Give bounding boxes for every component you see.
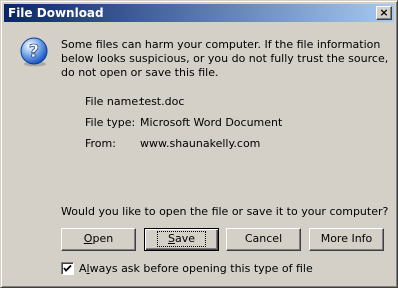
close-icon: × <box>379 6 389 19</box>
svg-text:?: ? <box>29 41 39 62</box>
file-download-dialog: File Download × ? Some files can harm yo… <box>0 0 398 288</box>
cancel-button[interactable]: Cancel <box>226 228 301 251</box>
window-title: File Download <box>8 6 104 20</box>
file-type-label: File type: <box>85 116 136 129</box>
always-ask-rest: ways ask before opening this type of fil… <box>89 262 313 275</box>
save-button[interactable]: Save <box>144 228 219 251</box>
file-type-value: Microsoft Word Document <box>140 116 283 129</box>
warning-text: Some files can harm your computer. If th… <box>61 38 389 79</box>
close-button[interactable]: × <box>376 6 392 20</box>
save-mnemonic: S <box>167 232 175 245</box>
file-name-value: test.doc <box>140 95 185 108</box>
file-name-label: File name: <box>85 95 142 108</box>
from-value: www.shaunakelly.com <box>140 137 261 150</box>
open-button[interactable]: Open <box>61 228 136 251</box>
more-info-button[interactable]: More Info <box>309 228 384 251</box>
always-ask-prefix: A <box>79 262 87 275</box>
always-ask-checkbox[interactable] <box>61 262 74 275</box>
question-text: Would you like to open the file or save … <box>61 205 389 218</box>
open-label: pen <box>92 232 114 245</box>
always-ask-label[interactable]: Always ask before opening this type of f… <box>79 262 313 275</box>
save-focus-rect: Save <box>156 231 206 247</box>
title-bar[interactable]: File Download × <box>4 4 394 22</box>
question-icon: ? <box>20 37 48 67</box>
save-label: ave <box>174 232 195 245</box>
checkmark-icon <box>63 264 72 272</box>
from-label: From: <box>85 137 116 150</box>
